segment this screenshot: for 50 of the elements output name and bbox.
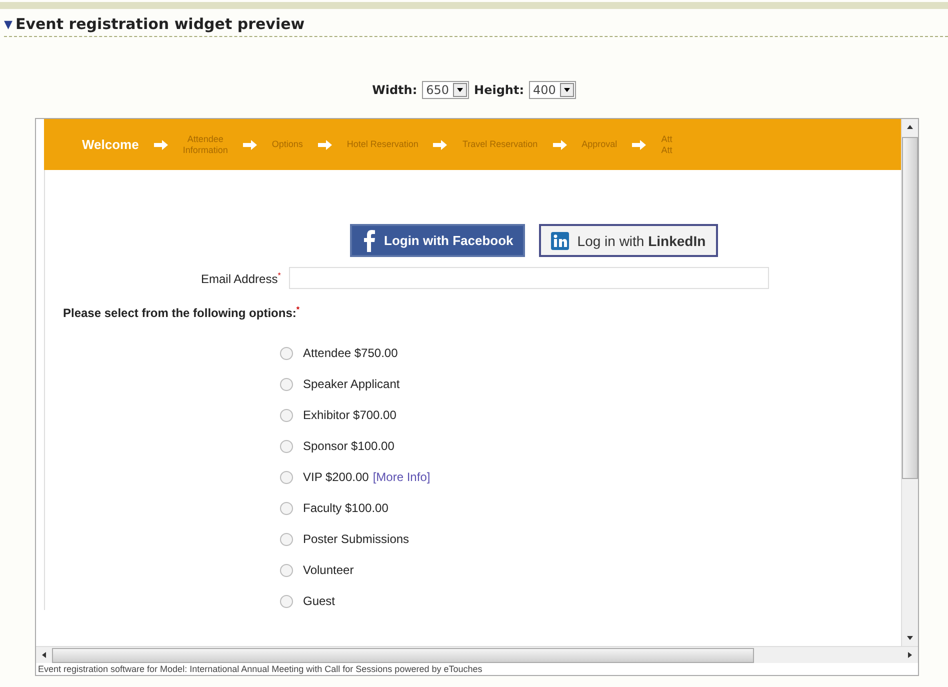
arrow-right-icon <box>152 140 169 150</box>
radio-button[interactable] <box>280 532 293 546</box>
size-label: Height: <box>474 83 524 97</box>
option-label: Guest <box>303 594 336 608</box>
email-label: Email Address$^{*}$ <box>201 270 281 286</box>
arrow-right-icon <box>432 140 448 150</box>
step-tab[interactable]: Approval <box>582 139 618 150</box>
size-label: Width: <box>372 83 418 97</box>
option-label: VIP $200.00 <box>303 470 369 484</box>
arrow-right-icon <box>631 140 648 150</box>
email-field[interactable] <box>288 267 769 289</box>
footer-text: Event registration software for Model: International Annual Meeting with Call for Sessions powered by eTouches <box>37 663 484 675</box>
section-title: Event registration widget preview <box>15 15 305 33</box>
radio-button[interactable] <box>280 440 293 452</box>
option-label: Speaker Applicant <box>303 377 400 391</box>
radio-button[interactable] <box>280 408 293 422</box>
option-label: Volunteer <box>303 563 354 577</box>
step-tab[interactable]: Travel Reservation <box>462 139 538 150</box>
scroll-thumb[interactable] <box>52 648 754 662</box>
radio-button[interactable] <box>280 470 293 484</box>
radio-button[interactable] <box>280 502 293 514</box>
step-tab[interactable]: Welcome <box>82 139 139 150</box>
option-label: Poster Submissions <box>303 532 410 546</box>
horizontal-scrollbar[interactable] <box>36 646 918 663</box>
collapse-toggle[interactable]: ▼ <box>4 18 12 30</box>
option-label: Attendee $750.00 <box>303 346 398 360</box>
scroll-thumb[interactable] <box>902 137 918 479</box>
more-info-link[interactable]: [More Info] <box>372 470 430 484</box>
vertical-scrollbar[interactable] <box>901 119 918 646</box>
radio-button[interactable] <box>280 346 293 360</box>
step-tab[interactable]: Attendee Information <box>182 134 228 156</box>
size-dropdown[interactable]: 650 <box>422 81 470 99</box>
option-label: Faculty $100.00 <box>303 501 388 515</box>
linkedin-logo-icon <box>551 232 570 250</box>
arrow-right-icon <box>552 140 568 150</box>
option-label: Sponsor $100.00 <box>303 439 394 453</box>
radio-button[interactable] <box>280 594 293 608</box>
arrow-right-icon <box>242 140 258 150</box>
step-tab[interactable]: Hotel Reservation <box>346 139 418 150</box>
option-label: Exhibitor $700.00 <box>303 408 396 422</box>
radio-button[interactable] <box>280 378 293 390</box>
facebook-logo-icon <box>362 230 376 252</box>
step-tab[interactable]: Att Att <box>661 134 672 156</box>
facebook-login-button[interactable]: Login with Facebook <box>350 224 526 257</box>
size-dropdown[interactable]: 400 <box>529 81 576 99</box>
options-prompt: Please select from the following options:$^{*}$ <box>63 305 300 320</box>
linkedin-login-button[interactable]: Log in with LinkedIn <box>539 224 718 257</box>
arrow-right-icon <box>316 140 333 150</box>
step-tab[interactable]: Options <box>272 139 303 150</box>
radio-button[interactable] <box>280 564 293 576</box>
